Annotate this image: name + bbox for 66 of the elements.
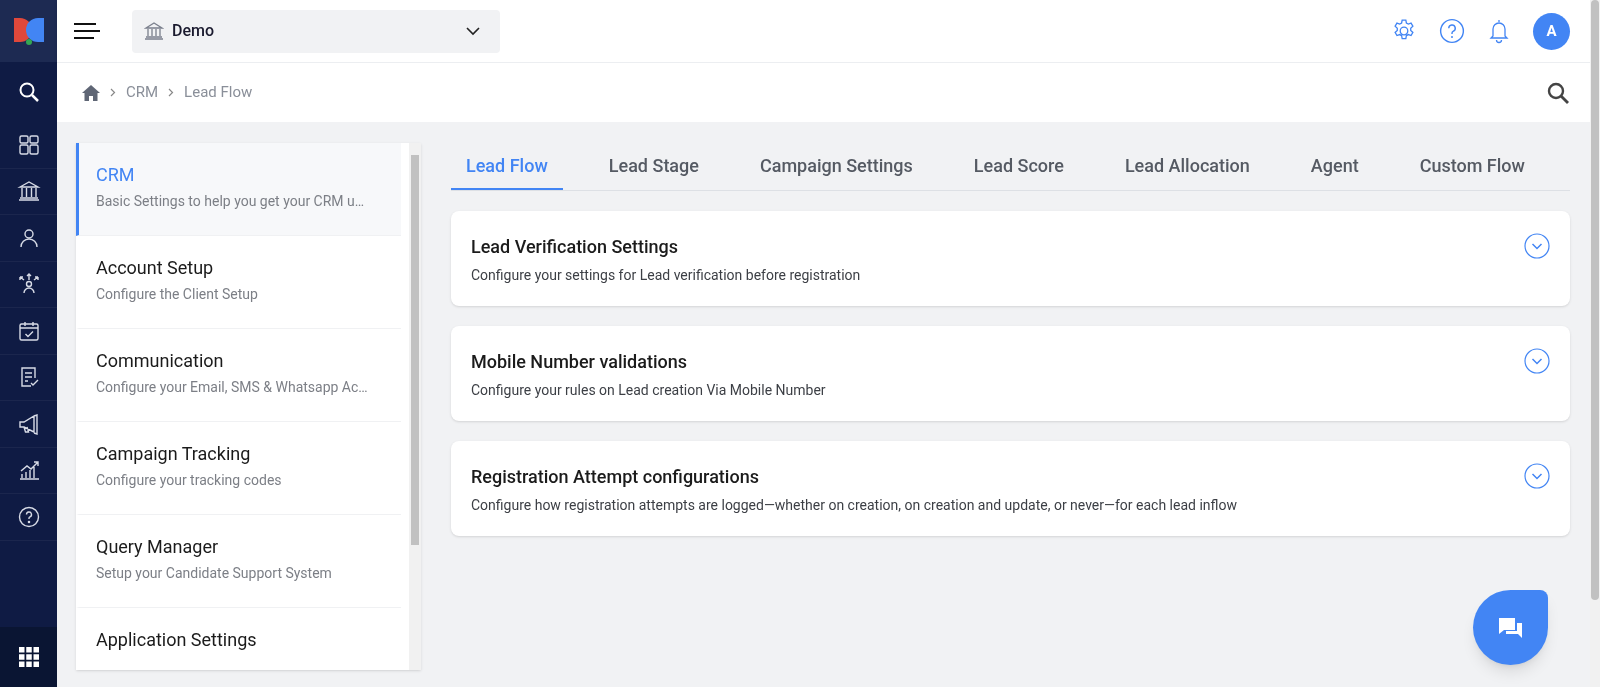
chevron-circle-icon [1524, 463, 1550, 489]
expand-button[interactable] [1524, 463, 1550, 489]
tab[interactable]: Custom Flow [1404, 142, 1540, 190]
expand-button[interactable] [1524, 233, 1550, 259]
grid-icon [16, 132, 41, 157]
help-icon [16, 504, 41, 529]
menu-icon [73, 22, 101, 40]
settings-menu-item[interactable]: Account Setup Configure the Client Setup [76, 236, 401, 329]
breadcrumb-link[interactable]: CRM [126, 81, 159, 104]
card-description: Configure your settings for Lead verification before registration [471, 266, 862, 285]
bank-icon [16, 179, 41, 204]
apps-icon [16, 645, 41, 669]
tab[interactable]: Lead Allocation [1109, 142, 1265, 190]
search-icon [1546, 80, 1570, 105]
expand-button[interactable] [1524, 348, 1550, 374]
breadcrumb-link[interactable]: Lead Flow [184, 81, 253, 104]
tab[interactable]: Lead Flow [451, 142, 563, 190]
menu-item-description: Basic Settings to help you get your CRM u… [96, 192, 366, 211]
settings-menu-item[interactable]: CRM Basic Settings to help you get your CRM u… [76, 143, 401, 236]
notifications-button[interactable] [1487, 18, 1511, 44]
apps-button[interactable] [0, 627, 57, 687]
home-button[interactable] [82, 84, 100, 101]
menu-item-title: Account Setup [96, 256, 215, 280]
card-title: Mobile Number validations [471, 350, 689, 374]
chevron-circle-icon [1524, 348, 1550, 374]
menu-item-title: Communication [96, 349, 225, 373]
settings-card[interactable]: Registration Attempt configurations Configure how registration attempts are logged—whether on creation, on creation and update, or never—for each lead inflow [451, 441, 1570, 536]
menu-item-title: CRM [96, 163, 136, 187]
megaphone-icon [16, 411, 41, 436]
chevron-right-icon [168, 88, 175, 97]
menu-item-title: Campaign Tracking [96, 442, 252, 466]
card-title: Lead Verification Settings [471, 235, 680, 259]
search-button[interactable] [1546, 80, 1570, 105]
user-avatar[interactable]: A [1533, 12, 1570, 50]
card-title: Registration Attempt configurations [471, 465, 760, 489]
chevron-down-icon [466, 26, 480, 36]
tab[interactable]: Agent [1295, 142, 1374, 190]
menu-item-description: Configure the Client Setup [96, 285, 259, 304]
settings-menu-item[interactable]: Campaign Tracking Configure your tracking codes [76, 422, 401, 515]
bell-icon [1487, 18, 1511, 44]
tab[interactable]: Campaign Settings [744, 142, 928, 190]
app-logo [11, 16, 46, 46]
help-button[interactable] [1439, 18, 1465, 44]
settings-menu-item[interactable]: Communication Configure your Email, SMS & Whatsapp Ac… [76, 329, 401, 422]
help-icon [1439, 18, 1465, 44]
institution-icon [144, 22, 164, 40]
chat-icon [1496, 615, 1525, 640]
card-description: Configure your rules on Lead creation Via Mobile Number [471, 381, 827, 400]
settings-menu-item[interactable]: Application Settings [76, 608, 401, 670]
menu-item-description: Configure your tracking codes [96, 471, 283, 490]
home-icon [82, 84, 100, 101]
chevron-right-icon [110, 88, 116, 97]
menu-item-title: Query Manager [96, 535, 220, 559]
scrollbar[interactable] [409, 143, 421, 670]
menu-item-description: Configure your Email, SMS & Whatsapp Ac… [96, 378, 369, 397]
settings-card[interactable]: Mobile Number validations Configure your rules on Lead creation Via Mobile Number [451, 326, 1570, 421]
tab[interactable]: Lead Stage [593, 142, 714, 190]
settings-card[interactable]: Lead Verification Settings Configure your settings for Lead verification before registration [451, 211, 1570, 306]
settings-menu-item[interactable]: Query Manager Setup your Candidate Support System [76, 515, 401, 608]
tab[interactable]: Lead Score [958, 142, 1079, 190]
chat-button[interactable] [1473, 590, 1548, 665]
organization-dropdown[interactable]: Demo [132, 9, 500, 53]
chevron-circle-icon [1524, 233, 1550, 259]
card-description: Configure how registration attempts are logged—whether on creation, on creation and update, or never—for each lead inflow [471, 496, 1238, 515]
menu-item-description: Setup your Candidate Support System [96, 564, 333, 583]
menu-item-title: Application Settings [96, 628, 258, 652]
